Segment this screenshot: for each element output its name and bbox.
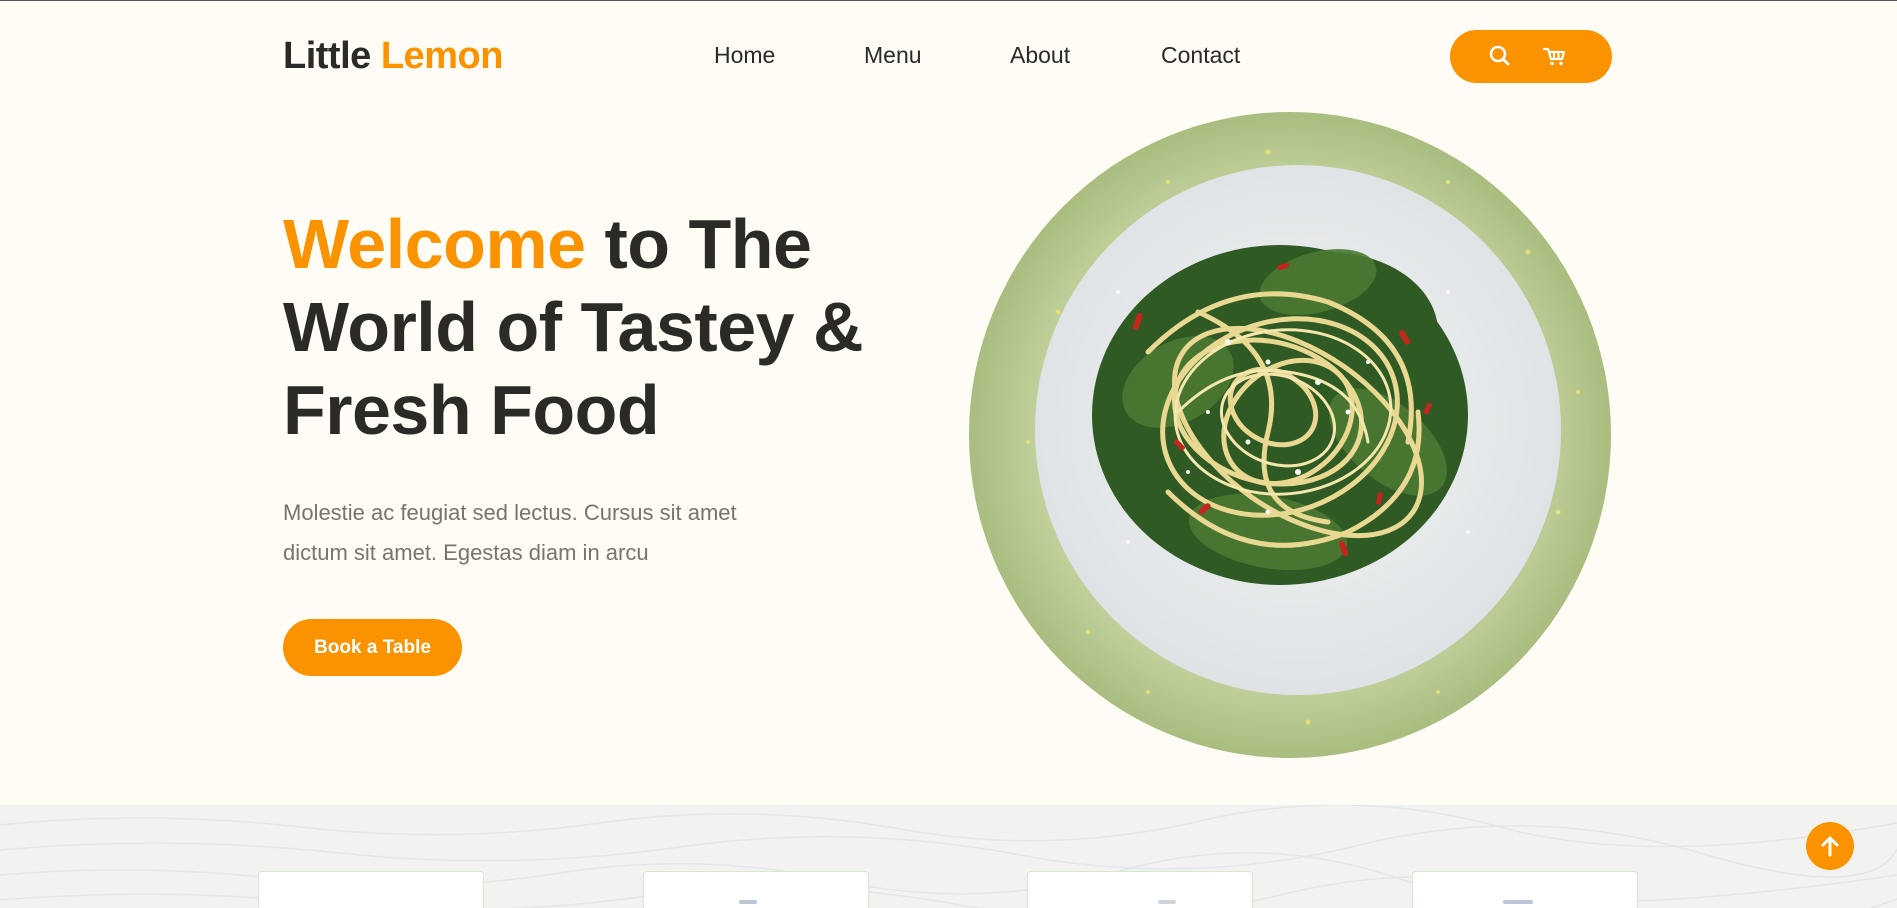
logo-text-accent: Lemon bbox=[380, 35, 504, 77]
nav-item-home[interactable]: Home bbox=[714, 42, 775, 69]
nav-item-contact[interactable]: Contact bbox=[1161, 42, 1240, 69]
feature-card[interactable] bbox=[258, 871, 484, 908]
window-top-border bbox=[0, 0, 1897, 1]
search-icon[interactable] bbox=[1487, 44, 1513, 68]
cart-icon[interactable] bbox=[1542, 44, 1568, 68]
nav-item-menu[interactable]: Menu bbox=[864, 42, 922, 69]
site-logo[interactable]: Little Lemon bbox=[283, 34, 503, 78]
arrow-up-icon bbox=[1821, 836, 1839, 857]
hero-description: Molestie ac feugiat sed lectus. Cursus s… bbox=[283, 500, 737, 565]
feature-card[interactable] bbox=[1412, 871, 1638, 908]
card-image-icon bbox=[1503, 900, 1533, 904]
logo-text-primary: Little bbox=[283, 35, 371, 77]
hero-title-accent: Welcome bbox=[283, 205, 586, 283]
header-action-pill bbox=[1450, 30, 1612, 83]
feature-card[interactable] bbox=[643, 871, 869, 908]
scroll-to-top-button[interactable] bbox=[1806, 822, 1854, 870]
nav-item-about[interactable]: About bbox=[1010, 42, 1070, 69]
book-table-button[interactable]: Book a Table bbox=[283, 619, 462, 676]
hero-dish-image bbox=[969, 112, 1611, 758]
card-image-icon bbox=[739, 900, 757, 904]
card-image-icon bbox=[1158, 900, 1176, 904]
feature-card[interactable] bbox=[1027, 871, 1253, 908]
hero-title: Welcome to The World of Tastey & Fresh F… bbox=[283, 203, 923, 452]
features-band bbox=[0, 805, 1897, 908]
